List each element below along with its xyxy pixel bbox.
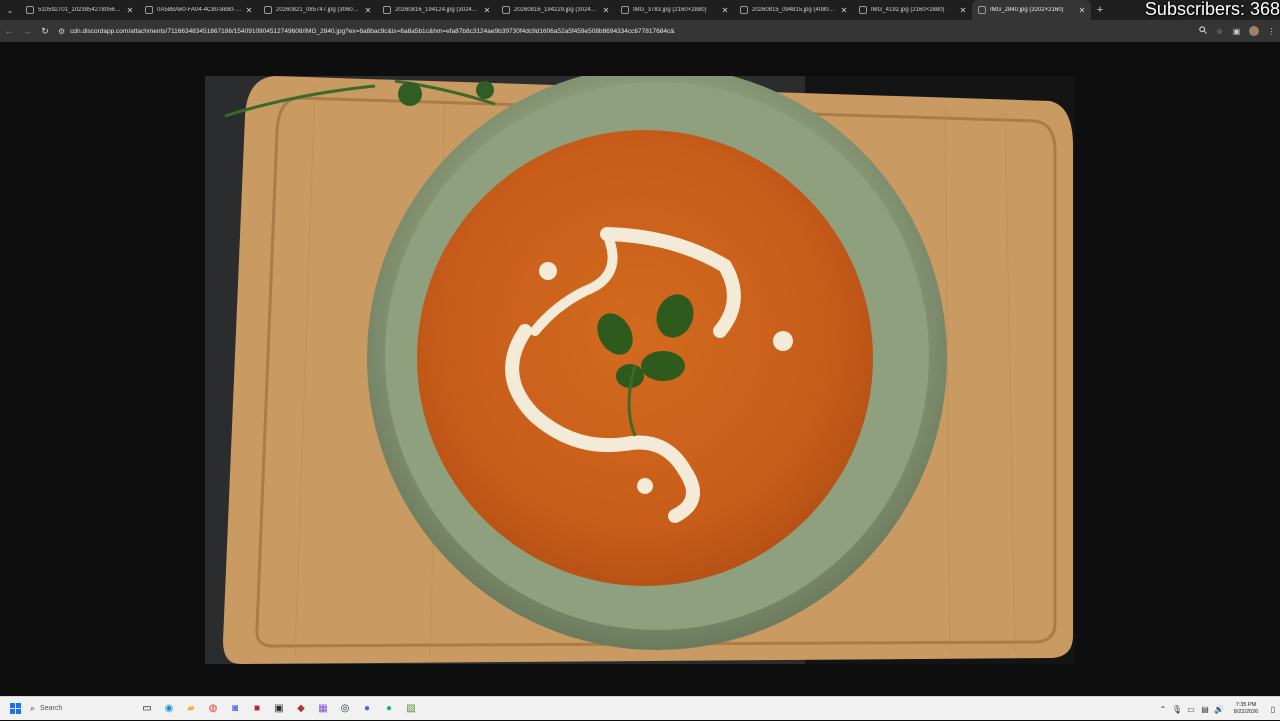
site-info-icon[interactable]: ⚙ [58,27,65,36]
clock[interactable]: 7:35 PM 8/22/2026 [1226,702,1266,716]
tab-7[interactable]: 20260815_094815.jpg (4080×3... ✕ [734,0,853,20]
image-viewer [0,42,1280,696]
close-tab-icon[interactable]: ✕ [1076,6,1088,15]
tab-title: 20260816_194229.jpg (3024×4... [514,7,600,13]
bookmark-star-icon[interactable]: ☆ [1211,27,1228,36]
red-app-icon[interactable]: ■ [246,697,268,721]
display-icon[interactable]: ▭ [1184,705,1198,714]
food-photo[interactable] [205,76,1075,664]
file-explorer-icon[interactable]: ▰ [180,697,202,721]
tab-title: IMG_2840.jpg (3202×2160) [990,7,1064,13]
clock-time: 7:35 PM [1235,702,1257,708]
address-bar[interactable]: ⚙ cdn.discordapp.com/attachments/7116634… [58,23,1188,39]
image-favicon-icon [145,6,153,14]
blue-app-icon[interactable]: ● [356,697,378,721]
discord-icon[interactable]: ◙ [224,697,246,721]
image-favicon-icon [383,6,391,14]
taskbar: ⌕ Search ▭ ◉ ▰ ◍ ◙ ■ ▣ ◆ ▦ ◎ ● ● ▨ ⌃ 🎙 ▭… [0,696,1280,720]
taskbar-search-box[interactable]: ⌕ Search [30,701,136,717]
menu-kebab-icon[interactable]: ⋮ [1263,27,1280,36]
tab-strip: ⌄ 510592701_1023854278056677... ✕ 0A58BA6… [0,0,1280,20]
extensions-puzzle-icon[interactable]: ▣ [1228,27,1245,36]
edge-browser-icon[interactable]: ◉ [158,697,180,721]
close-tab-icon[interactable]: ✕ [600,6,612,15]
chevron-up-icon[interactable]: ⌃ [1156,705,1170,714]
tab-1[interactable]: 510592701_1023854278056677... ✕ [20,0,139,20]
tab-title: IMG_3783.jpg (2160×2880) [633,7,707,13]
url-text: cdn.discordapp.com/attachments/711663483… [70,27,675,35]
subscriber-count-overlay: Subscribers: 368 [1144,0,1280,19]
reload-icon[interactable]: ↻ [36,26,54,37]
search-icon: ⌕ [30,703,36,713]
tab-5[interactable]: 20260816_194229.jpg (3024×4... ✕ [496,0,615,20]
close-tab-icon[interactable]: ✕ [124,6,136,15]
image-favicon-icon [502,6,510,14]
tab-3[interactable]: 20260821_085747.jpg (3060×4... ✕ [258,0,377,20]
terminal-icon[interactable]: ▣ [268,697,290,721]
spotify-icon[interactable]: ● [378,697,400,721]
back-arrow-icon[interactable]: ← [0,26,18,36]
steam-icon[interactable]: ◎ [334,697,356,721]
close-tab-icon[interactable]: ✕ [957,6,969,15]
game-app-icon[interactable]: ◆ [290,697,312,721]
tab-title: 20260815_094815.jpg (4080×3... [752,7,838,13]
image-favicon-icon [978,6,986,14]
tab-title: 0A58BA60-FA04-4C80-8880-9... [157,7,243,13]
tab-4[interactable]: 20260816_194124.jpg (3024×4... ✕ [377,0,496,20]
close-tab-icon[interactable]: ✕ [719,6,731,15]
search-placeholder: Search [40,705,63,712]
notification-icon[interactable]: ▯ [1266,705,1280,714]
forward-arrow-icon[interactable]: → [18,26,36,36]
browser-toolbar: ← → ↻ ⚙ cdn.discordapp.com/attachments/7… [0,20,1280,42]
zoom-icon[interactable] [1194,26,1211,36]
tab-title: 20260821_085747.jpg (3060×4... [276,7,362,13]
image-favicon-icon [859,6,867,14]
image-favicon-icon [621,6,629,14]
tab-9-active[interactable]: IMG_2840.jpg (3202×2160) ✕ [972,0,1091,20]
chrome-icon[interactable]: ◍ [202,697,224,721]
tab-title: 20260816_194124.jpg (3024×4... [395,7,481,13]
image-favicon-icon [264,6,272,14]
image-app-icon[interactable]: ▨ [400,697,422,721]
task-view-icon[interactable]: ▭ [136,697,158,721]
close-tab-icon[interactable]: ✕ [243,6,255,15]
tab-6[interactable]: IMG_3783.jpg (2160×2880) ✕ [615,0,734,20]
system-tray: ⌃ 🎙 ▭ ▤ 🔊 7:35 PM 8/22/2026 ▯ [1156,697,1280,721]
close-tab-icon[interactable]: ✕ [481,6,493,15]
network-icon[interactable]: ▤ [1198,705,1212,714]
purple-app-icon[interactable]: ▦ [312,697,334,721]
profile-avatar[interactable] [1249,26,1259,36]
tab-title: 510592701_1023854278056677... [38,7,124,13]
close-tab-icon[interactable]: ✕ [838,6,850,15]
tab-2[interactable]: 0A58BA60-FA04-4C80-8880-9... ✕ [139,0,258,20]
volume-icon[interactable]: 🔊 [1212,705,1226,714]
microphone-icon[interactable]: 🎙 [1170,705,1184,714]
image-favicon-icon [740,6,748,14]
image-favicon-icon [26,6,34,14]
new-tab-plus-icon[interactable]: + [1091,4,1109,16]
tab-title: IMG_4192.jpg (2160×2880) [871,7,945,13]
tab-search-chevron-icon[interactable]: ⌄ [0,0,20,20]
tab-8[interactable]: IMG_4192.jpg (2160×2880) ✕ [853,0,972,20]
close-tab-icon[interactable]: ✕ [362,6,374,15]
windows-start-icon[interactable] [4,697,26,721]
clock-date: 8/22/2026 [1233,709,1259,715]
